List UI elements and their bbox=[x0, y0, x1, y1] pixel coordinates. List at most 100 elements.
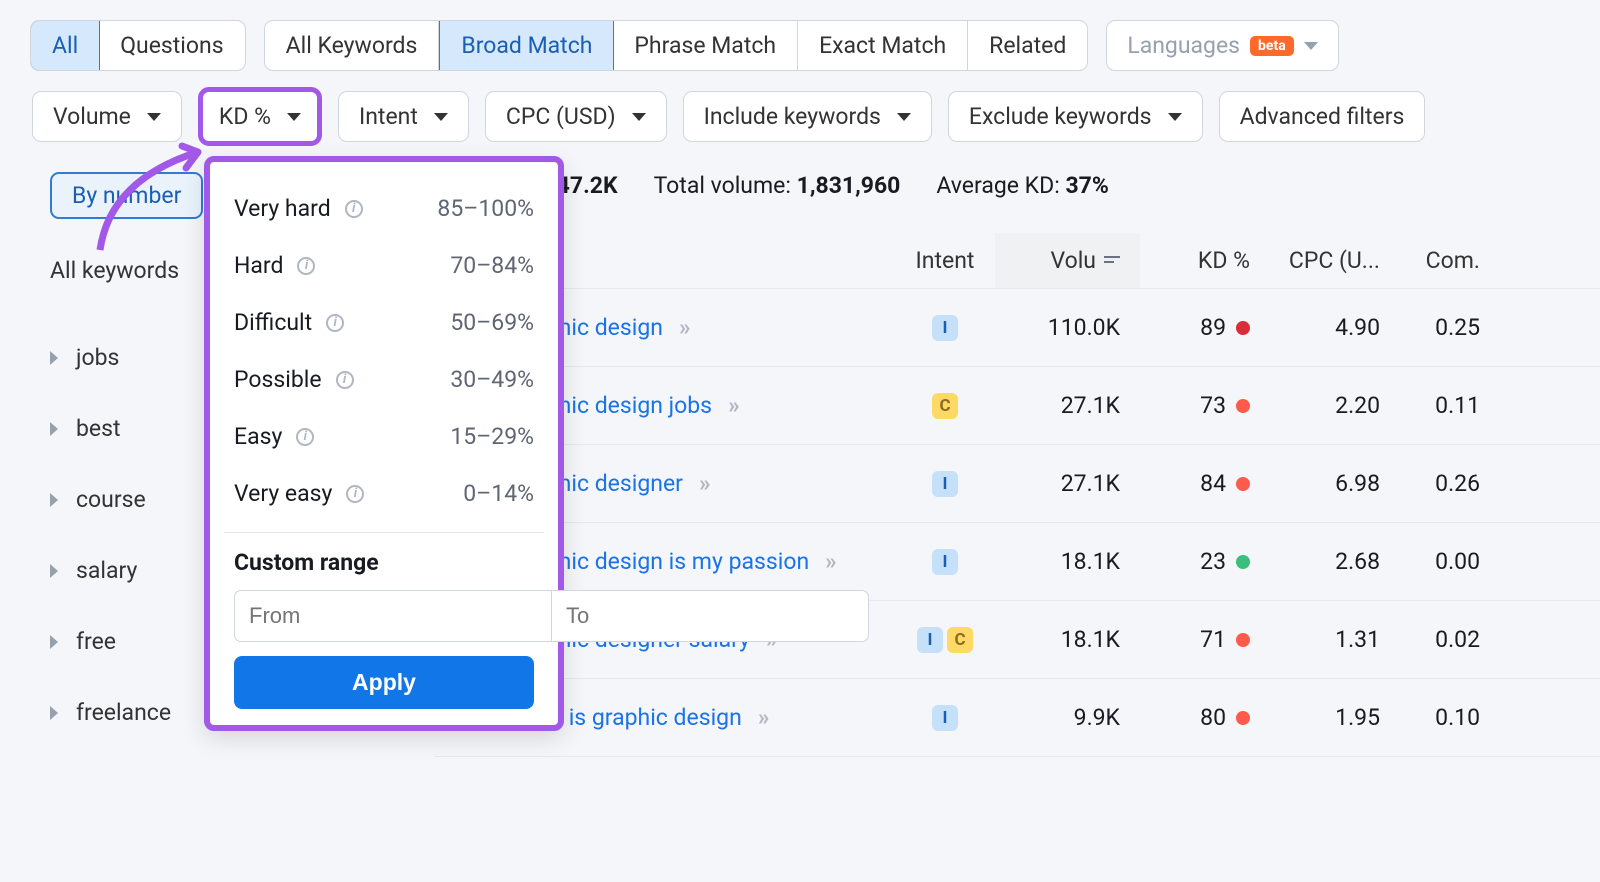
intent-badge-i: I bbox=[932, 549, 958, 575]
kd-option-easy[interactable]: Easyi 15–29% bbox=[220, 408, 548, 465]
kd-option-possible[interactable]: Possiblei30–49% bbox=[220, 351, 548, 408]
table-row: + what is graphic design » I 9.9K 80 1.9… bbox=[435, 679, 1600, 757]
chevron-right-icon bbox=[50, 422, 58, 436]
chevron-down-icon bbox=[897, 113, 911, 121]
intent-badge-i: I bbox=[932, 705, 958, 731]
info-icon[interactable]: i bbox=[296, 428, 314, 446]
filter-bar: Volume KD % Intent CPC (USD) Include key… bbox=[30, 91, 1600, 142]
com-cell: 0.11 bbox=[1380, 392, 1490, 419]
col-intent[interactable]: Intent bbox=[895, 247, 995, 274]
sidebar-item-label: jobs bbox=[76, 344, 119, 371]
kd-option-range: 15–29% bbox=[450, 423, 534, 450]
info-icon[interactable]: i bbox=[345, 200, 363, 218]
chevron-right-icon bbox=[50, 493, 58, 507]
apply-button[interactable]: Apply bbox=[234, 656, 534, 709]
col-cpc[interactable]: CPC (U... bbox=[1250, 247, 1380, 274]
double-chevron-icon[interactable]: » bbox=[679, 314, 688, 341]
kd-cell: 89 bbox=[1140, 314, 1250, 341]
tab-related[interactable]: Related bbox=[968, 21, 1087, 70]
info-icon[interactable]: i bbox=[336, 371, 354, 389]
sort-icon bbox=[1104, 256, 1120, 266]
kd-dot-icon bbox=[1236, 321, 1250, 335]
tab-group-match: All Keywords Broad Match Phrase Match Ex… bbox=[264, 20, 1089, 71]
com-cell: 0.00 bbox=[1380, 548, 1490, 575]
double-chevron-icon[interactable]: » bbox=[758, 704, 767, 731]
kd-option-very-hard[interactable]: Very hardi85–100% bbox=[220, 180, 548, 237]
chevron-down-icon bbox=[434, 113, 448, 121]
table-header: Keyword Intent Volu KD % CPC (U... Com. bbox=[435, 233, 1600, 289]
cpc-cell: 1.95 bbox=[1250, 704, 1380, 731]
top-tab-bar: All Questions All Keywords Broad Match P… bbox=[30, 20, 1600, 71]
double-chevron-icon[interactable]: » bbox=[728, 392, 737, 419]
kd-option-range: 70–84% bbox=[450, 252, 534, 279]
kd-option-range: 50–69% bbox=[450, 309, 534, 336]
tab-broad-match[interactable]: Broad Match bbox=[439, 20, 614, 71]
intent-cell: I bbox=[895, 471, 995, 497]
filter-advanced[interactable]: Advanced filters bbox=[1219, 91, 1426, 142]
kd-option-very-easy[interactable]: Very easy i 0–14% bbox=[220, 465, 548, 522]
beta-badge: beta bbox=[1250, 36, 1294, 56]
range-from-input[interactable] bbox=[234, 590, 551, 642]
by-number-toggle[interactable]: By number bbox=[50, 172, 203, 219]
intent-cell: I bbox=[895, 315, 995, 341]
tab-all[interactable]: All bbox=[30, 20, 100, 71]
kd-option-difficult[interactable]: Difficult i 50–69% bbox=[220, 294, 548, 351]
com-cell: 0.10 bbox=[1380, 704, 1490, 731]
tab-group-languages[interactable]: Languages beta bbox=[1106, 20, 1338, 71]
filter-intent[interactable]: Intent bbox=[338, 91, 469, 142]
info-icon[interactable]: i bbox=[326, 314, 344, 332]
filter-volume[interactable]: Volume bbox=[32, 91, 182, 142]
kd-option-label: Easy bbox=[234, 423, 282, 450]
stats-volume-value: 1,831,960 bbox=[797, 172, 901, 199]
filter-exclude[interactable]: Exclude keywords bbox=[948, 91, 1203, 142]
tab-questions[interactable]: Questions bbox=[99, 21, 244, 70]
filter-include[interactable]: Include keywords bbox=[683, 91, 932, 142]
kd-cell: 71 bbox=[1140, 626, 1250, 653]
chevron-right-icon bbox=[50, 351, 58, 365]
cpc-cell: 6.98 bbox=[1250, 470, 1380, 497]
kd-dot-icon bbox=[1236, 633, 1250, 647]
info-icon[interactable]: i bbox=[346, 485, 364, 503]
chevron-down-icon bbox=[1304, 42, 1318, 50]
content-area: keywords: 247.2K Total volume: 1,831,960… bbox=[435, 172, 1600, 757]
chevron-right-icon bbox=[50, 635, 58, 649]
tab-exact-match[interactable]: Exact Match bbox=[798, 21, 968, 70]
col-kd[interactable]: KD % bbox=[1140, 247, 1250, 274]
kd-option-label: Very easy bbox=[234, 480, 332, 507]
intent-badge-i: I bbox=[917, 627, 943, 653]
tab-phrase-match[interactable]: Phrase Match bbox=[613, 21, 798, 70]
cpc-cell: 2.20 bbox=[1250, 392, 1380, 419]
kd-dropdown: Very hardi85–100%Hardi70–84%Difficulti50… bbox=[204, 156, 564, 731]
range-to-input[interactable] bbox=[551, 590, 869, 642]
kd-dot-icon bbox=[1236, 711, 1250, 725]
filter-cpc[interactable]: CPC (USD) bbox=[485, 91, 667, 142]
chevron-down-icon bbox=[287, 113, 301, 121]
filter-kd[interactable]: KD % bbox=[198, 87, 322, 146]
volume-cell: 27.1K bbox=[995, 392, 1140, 419]
intent-badge-i: I bbox=[932, 471, 958, 497]
sidebar-item-label: free bbox=[76, 628, 116, 655]
volume-cell: 9.9K bbox=[995, 704, 1140, 731]
com-cell: 0.26 bbox=[1380, 470, 1490, 497]
double-chevron-icon[interactable]: » bbox=[699, 470, 708, 497]
kd-cell: 73 bbox=[1140, 392, 1250, 419]
col-volume[interactable]: Volu bbox=[995, 233, 1140, 288]
double-chevron-icon[interactable]: » bbox=[825, 548, 834, 575]
kd-option-label: Very hard bbox=[234, 195, 331, 222]
tab-all-keywords[interactable]: All Keywords bbox=[265, 21, 440, 70]
table-row: + graphic design jobs » C 27.1K 73 2.20 … bbox=[435, 367, 1600, 445]
volume-cell: 110.0K bbox=[995, 314, 1140, 341]
intent-cell: IC bbox=[895, 627, 995, 653]
stats-bar: keywords: 247.2K Total volume: 1,831,960… bbox=[435, 172, 1600, 233]
intent-badge-i: I bbox=[932, 315, 958, 341]
chevron-right-icon bbox=[50, 706, 58, 720]
volume-cell: 27.1K bbox=[995, 470, 1140, 497]
kd-option-label: Difficult bbox=[234, 309, 312, 336]
com-cell: 0.25 bbox=[1380, 314, 1490, 341]
kd-option-range: 0–14% bbox=[463, 480, 534, 507]
kd-option-label: Hard bbox=[234, 252, 283, 279]
chevron-down-icon bbox=[1168, 113, 1182, 121]
kd-option-hard[interactable]: Hardi 70–84% bbox=[220, 237, 548, 294]
col-com[interactable]: Com. bbox=[1380, 247, 1490, 274]
info-icon[interactable]: i bbox=[297, 257, 315, 275]
